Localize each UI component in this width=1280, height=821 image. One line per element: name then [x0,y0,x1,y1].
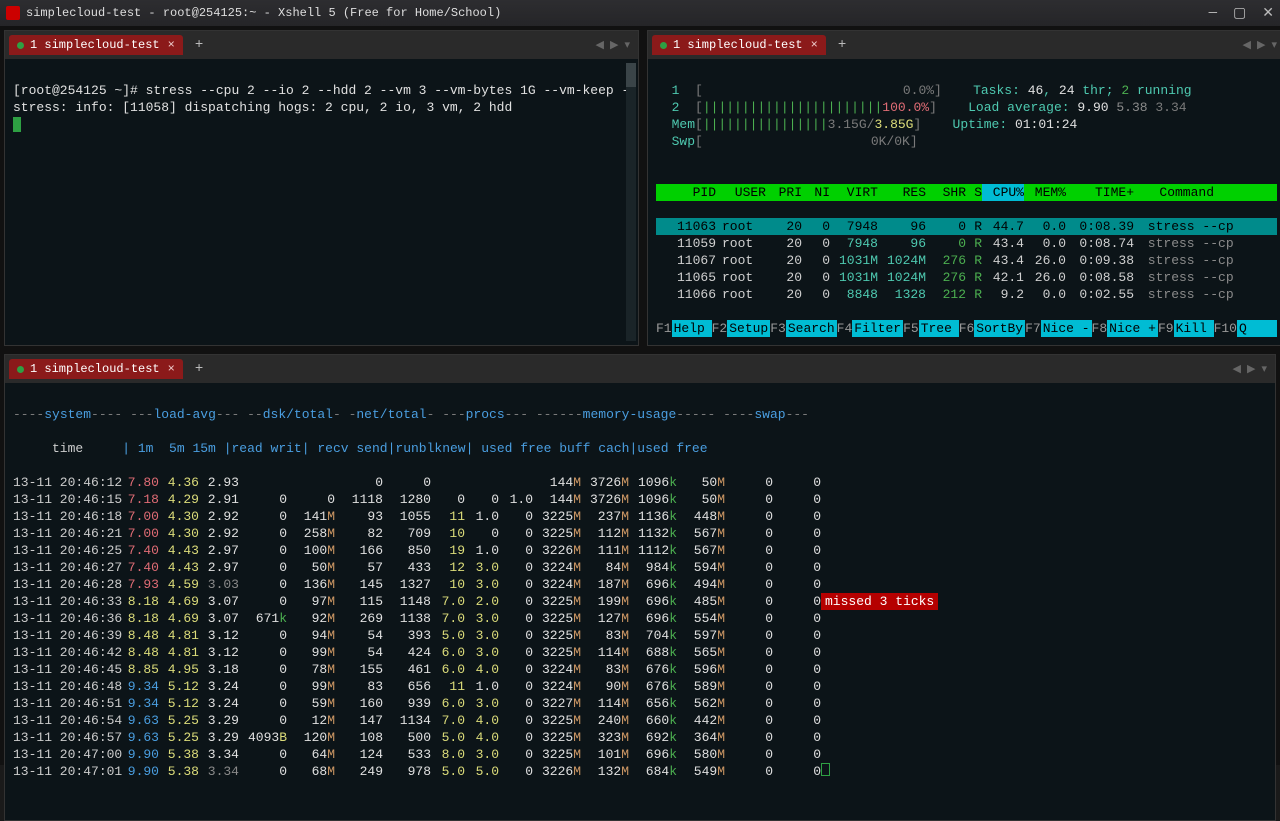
dstat-columns: time | 1m 5m 15m |read writ| recv send|r… [13,440,1267,457]
cursor [13,117,21,132]
dstat-categories: ----system---- ---load-avg--- --dsk/tota… [13,406,1267,423]
table-row: 13-11 20:46:18 7.004.302.92 0141M9310551… [13,508,1267,525]
table-row[interactable]: 11065root2001031M1024M276R42.126.00:08.5… [656,269,1277,286]
new-tab-button[interactable]: + [830,35,854,55]
close-icon[interactable]: × [811,38,818,52]
fn-F2[interactable]: Setup [727,320,770,337]
table-row: 13-11 20:46:57 9.635.253.29 4093B120M108… [13,729,1267,746]
titlebar: simplecloud-test - root@254125:~ - Xshel… [0,0,1280,26]
fn-F10[interactable]: Q [1237,320,1277,337]
fn-F3[interactable]: Search [786,320,837,337]
table-row: 13-11 20:46:33 8.184.693.07 097M11511487… [13,593,1267,610]
table-row: 13-11 20:46:54 9.635.253.29 012M14711347… [13,712,1267,729]
table-row: 13-11 20:46:42 8.484.813.12 099M544246.0… [13,644,1267,661]
fn-F9[interactable]: Kill [1174,320,1214,337]
terminal-pane-bottom: 1 simplecloud-test × + ◀▶▾ ----system---… [4,354,1276,821]
close-button[interactable]: ✕ [1262,5,1274,22]
table-row: 13-11 20:46:27 7.404.432.97 050M57433123… [13,559,1267,576]
table-row[interactable]: 11063root2007948960R44.70.00:08.39 stres… [656,218,1277,235]
table-row: 13-11 20:46:39 8.484.813.12 094M543935.0… [13,627,1267,644]
table-row: 13-11 20:46:12 7.804.362.93 00144M3726M1… [13,474,1267,491]
tab-simplecloud-3[interactable]: 1 simplecloud-test × [9,359,183,379]
fn-F7[interactable]: Nice - [1041,320,1092,337]
fn-F4[interactable]: Filter [852,320,903,337]
dstat-rows: 13-11 20:46:12 7.804.362.93 00144M3726M1… [13,474,1267,780]
app-icon [6,6,20,20]
htop-fn-bar: F1HelpF2SetupF3SearchF4FilterF5TreeF6Sor… [656,320,1277,337]
tab-simplecloud-1[interactable]: 1 simplecloud-test × [9,35,183,55]
fn-F6[interactable]: SortBy [974,320,1025,337]
tabbar-left: 1 simplecloud-test × + ◀▶▾ [5,31,638,59]
table-row[interactable]: 11066root20088481328212R9.20.00:02.55 st… [656,286,1277,303]
scrollbar-thumb[interactable] [626,63,636,87]
terminal-left[interactable]: [root@254125 ~]# stress --cpu 2 --io 2 -… [5,59,638,345]
htop-columns: PIDUSERPRINIVIRTRESSHRSCPU%MEM%TIME+Comm… [656,184,1277,201]
table-row: 13-11 20:46:51 9.345.123.24 059M1609396.… [13,695,1267,712]
minimize-button[interactable]: — [1209,5,1217,22]
fn-F1[interactable]: Help [672,320,712,337]
terminal-pane-left: 1 simplecloud-test × + ◀▶▾ [root@254125 … [4,30,639,346]
terminal-pane-right: 1 simplecloud-test × + ◀▶▾ 1 [0.0%] Task… [647,30,1280,346]
close-icon[interactable]: × [168,38,175,52]
window-title: simplecloud-test - root@254125:~ - Xshel… [26,6,501,20]
table-row[interactable]: 11059root2007948960R43.40.00:08.74 stres… [656,235,1277,252]
table-row: 13-11 20:46:25 7.404.432.97 0100M1668501… [13,542,1267,559]
table-row: 13-11 20:46:15 7.184.292.91 001118128000… [13,491,1267,508]
table-row: 13-11 20:46:48 9.345.123.24 099M83656111… [13,678,1267,695]
status-dot-icon [17,42,24,49]
terminal-dstat[interactable]: ----system---- ---load-avg--- --dsk/tota… [5,383,1275,820]
new-tab-button[interactable]: + [187,35,211,55]
table-row: 13-11 20:47:01 9.905.383.34 068M2499785.… [13,763,1267,780]
htop-process-list: 11063root2007948960R44.70.00:08.39 stres… [656,218,1277,303]
new-tab-button[interactable]: + [187,359,211,379]
tabbar-right: 1 simplecloud-test × + ◀▶▾ [648,31,1280,59]
table-row[interactable]: 11067root2001031M1024M276R43.426.00:09.3… [656,252,1277,269]
status-dot-icon [660,42,667,49]
fn-F8[interactable]: Nice + [1107,320,1158,337]
fn-F5[interactable]: Tree [919,320,959,337]
table-row: 13-11 20:46:36 8.184.693.07 671k92M26911… [13,610,1267,627]
terminal-htop[interactable]: 1 [0.0%] Tasks: 46, 24 thr; 2 running 2 … [648,59,1280,345]
close-icon[interactable]: × [168,362,175,376]
status-dot-icon [17,366,24,373]
table-row: 13-11 20:46:28 7.934.593.03 0136M1451327… [13,576,1267,593]
scrollbar[interactable] [626,63,636,341]
maximize-button[interactable]: ▢ [1233,5,1246,22]
tabbar-bottom: 1 simplecloud-test × + ◀▶▾ [5,355,1275,383]
table-row: 13-11 20:46:45 8.854.953.18 078M1554616.… [13,661,1267,678]
table-row: 13-11 20:46:21 7.004.302.92 0258M8270910… [13,525,1267,542]
tab-simplecloud-2[interactable]: 1 simplecloud-test × [652,35,826,55]
table-row: 13-11 20:47:00 9.905.383.34 064M1245338.… [13,746,1267,763]
